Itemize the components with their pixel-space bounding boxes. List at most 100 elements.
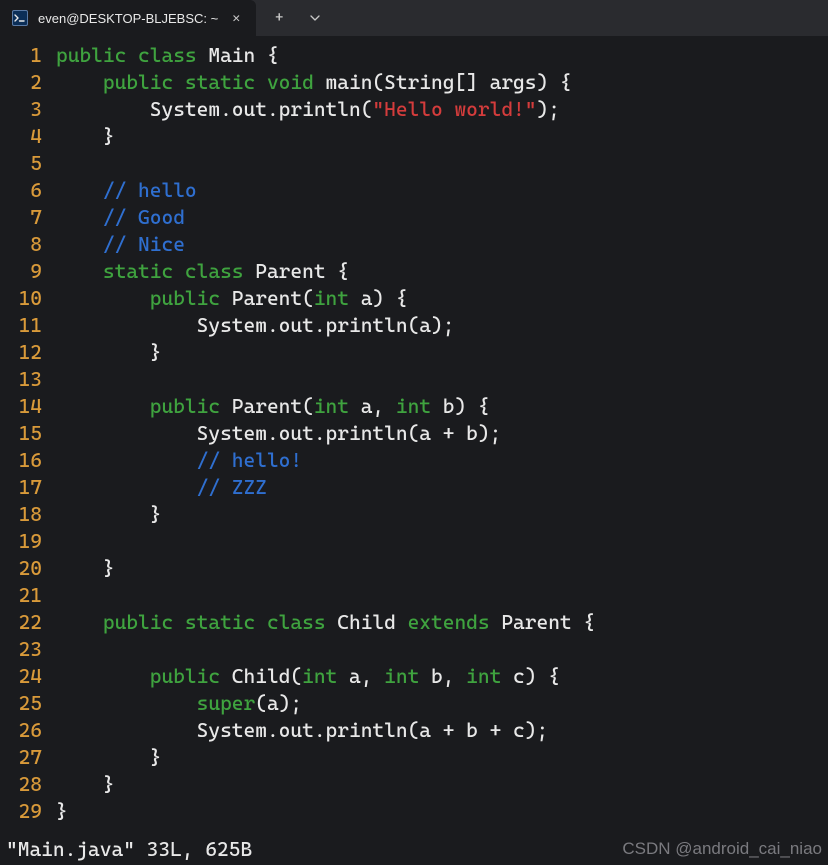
code-content: public Parent(int a) {	[56, 285, 828, 312]
code-content	[56, 150, 828, 177]
code-content: }	[56, 798, 828, 825]
code-content	[56, 582, 828, 609]
tab-close-button[interactable]: ✕	[228, 10, 244, 26]
code-content: }	[56, 744, 828, 771]
code-line: 16 // hello!	[0, 447, 828, 474]
line-number: 19	[0, 528, 56, 555]
titlebar-actions: +	[256, 0, 338, 36]
line-number: 27	[0, 744, 56, 771]
line-number: 26	[0, 717, 56, 744]
code-line: 14 public Parent(int a, int b) {	[0, 393, 828, 420]
status-text: "Main.java" 33L, 625B	[6, 837, 252, 861]
code-line: 11 System.out.println(a);	[0, 312, 828, 339]
code-line: 15 System.out.println(a + b);	[0, 420, 828, 447]
code-line: 24 public Child(int a, int b, int c) {	[0, 663, 828, 690]
code-content: // ZZZ	[56, 474, 828, 501]
code-content: }	[56, 339, 828, 366]
tab-title: even@DESKTOP-BLJEBSC: ~	[38, 11, 218, 26]
code-line: 23	[0, 636, 828, 663]
code-content: // hello	[56, 177, 828, 204]
code-line: 25 super(a);	[0, 690, 828, 717]
window-titlebar: even@DESKTOP-BLJEBSC: ~ ✕ +	[0, 0, 828, 36]
code-content: static class Parent {	[56, 258, 828, 285]
line-number: 6	[0, 177, 56, 204]
line-number: 22	[0, 609, 56, 636]
code-content: System.out.println(a);	[56, 312, 828, 339]
line-number: 3	[0, 96, 56, 123]
code-content: System.out.println("Hello world!");	[56, 96, 828, 123]
code-line: 9 static class Parent {	[0, 258, 828, 285]
line-number: 29	[0, 798, 56, 825]
status-bar: "Main.java" 33L, 625B CSDN @android_cai_…	[0, 837, 828, 865]
code-line: 5	[0, 150, 828, 177]
code-content	[56, 636, 828, 663]
line-number: 7	[0, 204, 56, 231]
code-line: 19	[0, 528, 828, 555]
code-line: 18 }	[0, 501, 828, 528]
line-number: 10	[0, 285, 56, 312]
line-number: 21	[0, 582, 56, 609]
code-content: public Parent(int a, int b) {	[56, 393, 828, 420]
code-content: }	[56, 123, 828, 150]
code-content: }	[56, 555, 828, 582]
terminal-icon	[12, 10, 28, 26]
line-number: 20	[0, 555, 56, 582]
line-number: 14	[0, 393, 56, 420]
line-number: 11	[0, 312, 56, 339]
chevron-down-icon	[310, 13, 320, 23]
line-number: 15	[0, 420, 56, 447]
code-content	[56, 366, 828, 393]
code-content: public static class Child extends Parent…	[56, 609, 828, 636]
code-content: // Nice	[56, 231, 828, 258]
line-number: 1	[0, 42, 56, 69]
line-number: 18	[0, 501, 56, 528]
code-line: 6 // hello	[0, 177, 828, 204]
new-tab-button[interactable]: +	[264, 4, 294, 32]
code-line: 4 }	[0, 123, 828, 150]
line-number: 2	[0, 69, 56, 96]
code-line: 21	[0, 582, 828, 609]
code-line: 22 public static class Child extends Par…	[0, 609, 828, 636]
code-line: 28 }	[0, 771, 828, 798]
line-number: 4	[0, 123, 56, 150]
code-line: 12 }	[0, 339, 828, 366]
code-line: 8 // Nice	[0, 231, 828, 258]
code-line: 1public class Main {	[0, 42, 828, 69]
code-content: super(a);	[56, 690, 828, 717]
code-line: 2 public static void main(String[] args)…	[0, 69, 828, 96]
code-line: 7 // Good	[0, 204, 828, 231]
code-line: 20 }	[0, 555, 828, 582]
line-number: 17	[0, 474, 56, 501]
code-content: }	[56, 501, 828, 528]
code-content: public static void main(String[] args) {	[56, 69, 828, 96]
watermark: CSDN @android_cai_niao	[622, 839, 822, 859]
line-number: 24	[0, 663, 56, 690]
tab-dropdown-button[interactable]	[300, 4, 330, 32]
code-line: 17 // ZZZ	[0, 474, 828, 501]
code-line: 10 public Parent(int a) {	[0, 285, 828, 312]
code-editor[interactable]: 1public class Main {2 public static void…	[0, 36, 828, 837]
code-content: public class Main {	[56, 42, 828, 69]
code-content: }	[56, 771, 828, 798]
line-number: 13	[0, 366, 56, 393]
code-content: public Child(int a, int b, int c) {	[56, 663, 828, 690]
code-line: 29}	[0, 798, 828, 825]
code-content: // hello!	[56, 447, 828, 474]
line-number: 9	[0, 258, 56, 285]
line-number: 28	[0, 771, 56, 798]
code-content: // Good	[56, 204, 828, 231]
code-content	[56, 528, 828, 555]
code-line: 27 }	[0, 744, 828, 771]
line-number: 12	[0, 339, 56, 366]
line-number: 16	[0, 447, 56, 474]
line-number: 25	[0, 690, 56, 717]
code-line: 3 System.out.println("Hello world!");	[0, 96, 828, 123]
code-line: 13	[0, 366, 828, 393]
code-line: 26 System.out.println(a + b + c);	[0, 717, 828, 744]
terminal-tab[interactable]: even@DESKTOP-BLJEBSC: ~ ✕	[0, 0, 256, 36]
code-content: System.out.println(a + b);	[56, 420, 828, 447]
line-number: 5	[0, 150, 56, 177]
line-number: 8	[0, 231, 56, 258]
line-number: 23	[0, 636, 56, 663]
code-content: System.out.println(a + b + c);	[56, 717, 828, 744]
